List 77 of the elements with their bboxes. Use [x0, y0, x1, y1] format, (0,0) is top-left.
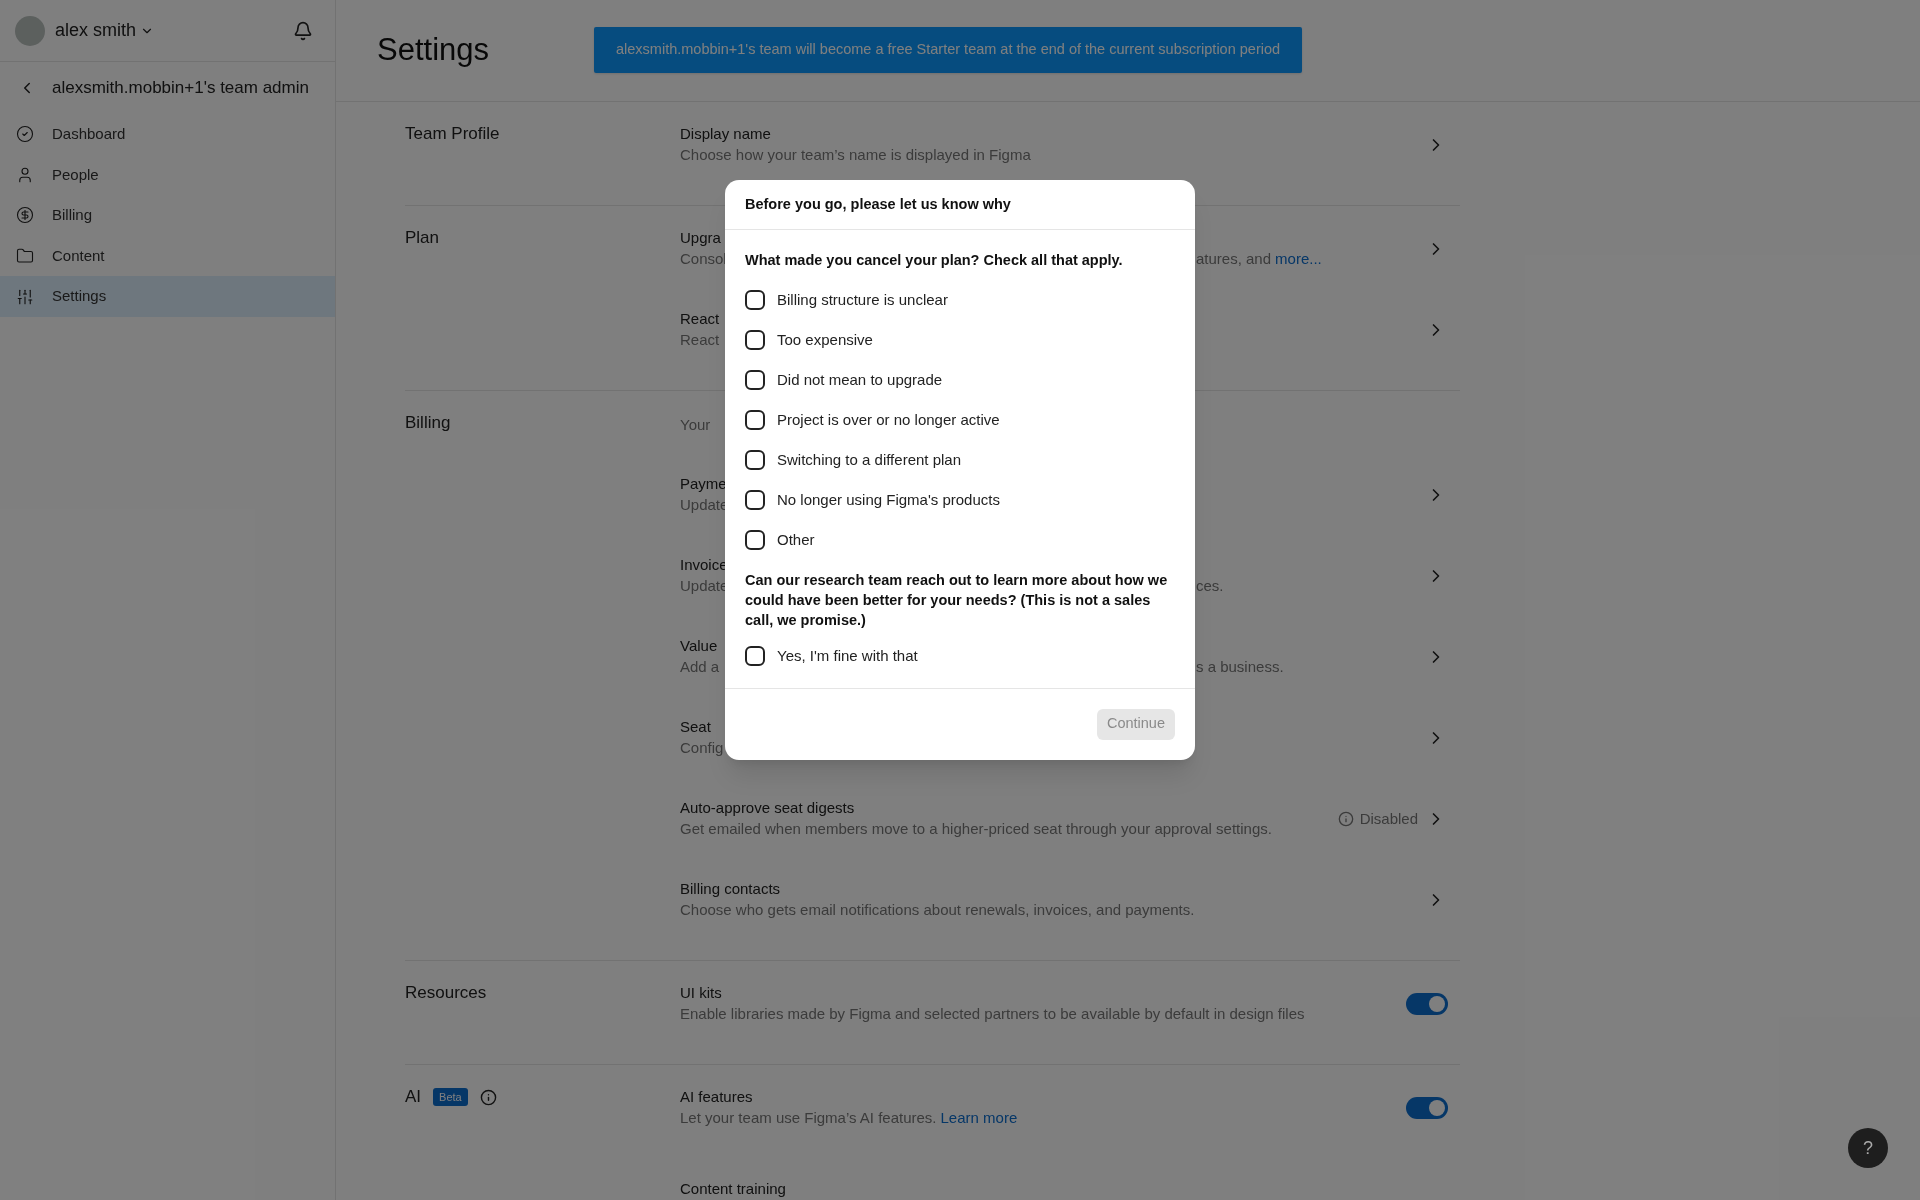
- row-title: Billing contacts: [680, 879, 781, 899]
- folder-icon: [16, 247, 34, 266]
- beta-badge: Beta: [433, 1087, 468, 1107]
- person-icon: [16, 165, 34, 184]
- question-text: What made you cancel your plan? Check all that apply.: [745, 251, 1124, 270]
- status-text: Disabled: [1359, 808, 1418, 829]
- row-description: Get emailed when members move to a higher-priced seat through your approval settings.: [680, 820, 1272, 837]
- section-title: Resources: [405, 982, 487, 1005]
- row-description: Let your team use Figma’s AI features.: [680, 1109, 937, 1126]
- sidebar-item-label: Content: [52, 245, 105, 266]
- row-title: React: [680, 309, 720, 329]
- checkbox[interactable]: [745, 529, 765, 550]
- row-title: Seat: [680, 717, 711, 737]
- checkbox[interactable]: [745, 489, 765, 510]
- option-label: Billing structure is unclear: [777, 289, 948, 310]
- row-description: Add a: [680, 658, 720, 675]
- checkbox[interactable]: [745, 409, 765, 430]
- row-description: Enable libraries made by Figma and selected partners to be available by default in design files: [680, 1005, 1305, 1022]
- help-button[interactable]: ?: [1848, 1128, 1888, 1168]
- sidebar-item-label: Dashboard: [52, 124, 126, 145]
- row-description: Your: [680, 416, 711, 433]
- row-title: Invoice: [680, 555, 728, 575]
- row-description: s a business.: [1196, 657, 1284, 677]
- checkbox[interactable]: [745, 329, 765, 350]
- row-title: Content training: [680, 1179, 786, 1199]
- option-label: Yes, I'm fine with that: [777, 645, 918, 666]
- info-banner: alexsmith.mobbin+1's team will become a free Starter team at the end of the current subscription period: [594, 26, 1303, 73]
- option-label: Switching to a different plan: [777, 449, 961, 470]
- sidebar-item[interactable]: People: [0, 154, 335, 196]
- sidebar-item-label: Billing: [52, 205, 93, 226]
- checkbox[interactable]: [745, 645, 765, 666]
- sidebar-item-label: People: [52, 164, 99, 185]
- row-description: Choose how your team’s name is displayed in Figma: [680, 146, 1031, 163]
- row-title: Display name: [680, 124, 771, 144]
- checkbox[interactable]: [745, 289, 765, 310]
- info-icon: [1337, 811, 1354, 827]
- option-label: Too expensive: [777, 329, 873, 350]
- row-title: Payme: [680, 474, 727, 494]
- sidebar-item[interactable]: Settings: [0, 276, 335, 317]
- row-description: Choose who gets email notifications about renewals, invoices, and payments.: [680, 901, 1195, 918]
- toggle-switch[interactable]: [1406, 993, 1448, 1015]
- section-title: Team Profile: [405, 123, 500, 146]
- user-menu[interactable]: alex smith: [55, 17, 155, 44]
- row-title: AI features: [680, 1087, 753, 1107]
- toggle-switch[interactable]: [1406, 1097, 1448, 1119]
- option-label: Project is over or no longer active: [777, 409, 1000, 430]
- dialog-title: Before you go, please let us know why: [745, 194, 1011, 214]
- sidebar-item[interactable]: Billing: [0, 195, 335, 236]
- page-title: Settings: [377, 31, 490, 70]
- checkbox[interactable]: [745, 449, 765, 470]
- option-label: No longer using Figma's products: [777, 489, 1000, 510]
- settings-icon: [16, 287, 34, 306]
- row-title: Upgra: [680, 228, 721, 248]
- link[interactable]: more...: [1275, 248, 1322, 270]
- option-label: Did not mean to upgrade: [777, 369, 943, 390]
- section-title: Plan: [405, 227, 440, 250]
- row-description: atures, and: [1196, 249, 1272, 269]
- sidebar-item[interactable]: Dashboard: [0, 114, 335, 155]
- info-icon[interactable]: [479, 1088, 497, 1106]
- row-description: React: [680, 331, 720, 348]
- option-label: Other: [777, 529, 815, 550]
- question-text: Can our research team reach out to learn more about how we could have been better for your needs? (This is not a sales call, we promise.): [745, 570, 1169, 630]
- row-title: Value: [680, 636, 718, 656]
- dollar-icon: [16, 206, 34, 225]
- link[interactable]: Learn more: [940, 1107, 1018, 1129]
- notification-bell-icon[interactable]: [293, 20, 313, 41]
- sidebar-item-label: Settings: [52, 286, 107, 307]
- team-name: alexsmith.mobbin+1's team admin: [52, 76, 309, 99]
- row-description: ces.: [1196, 576, 1224, 596]
- row-description: Config: [680, 739, 724, 756]
- check-circle-icon: [16, 125, 34, 144]
- row-title: Auto-approve seat digests: [680, 798, 855, 818]
- checkbox[interactable]: [745, 369, 765, 390]
- section-title: AI: [405, 1086, 422, 1109]
- section-title: Billing: [405, 412, 451, 435]
- row-title: UI kits: [680, 983, 722, 1003]
- sidebar-item[interactable]: Content: [0, 235, 335, 277]
